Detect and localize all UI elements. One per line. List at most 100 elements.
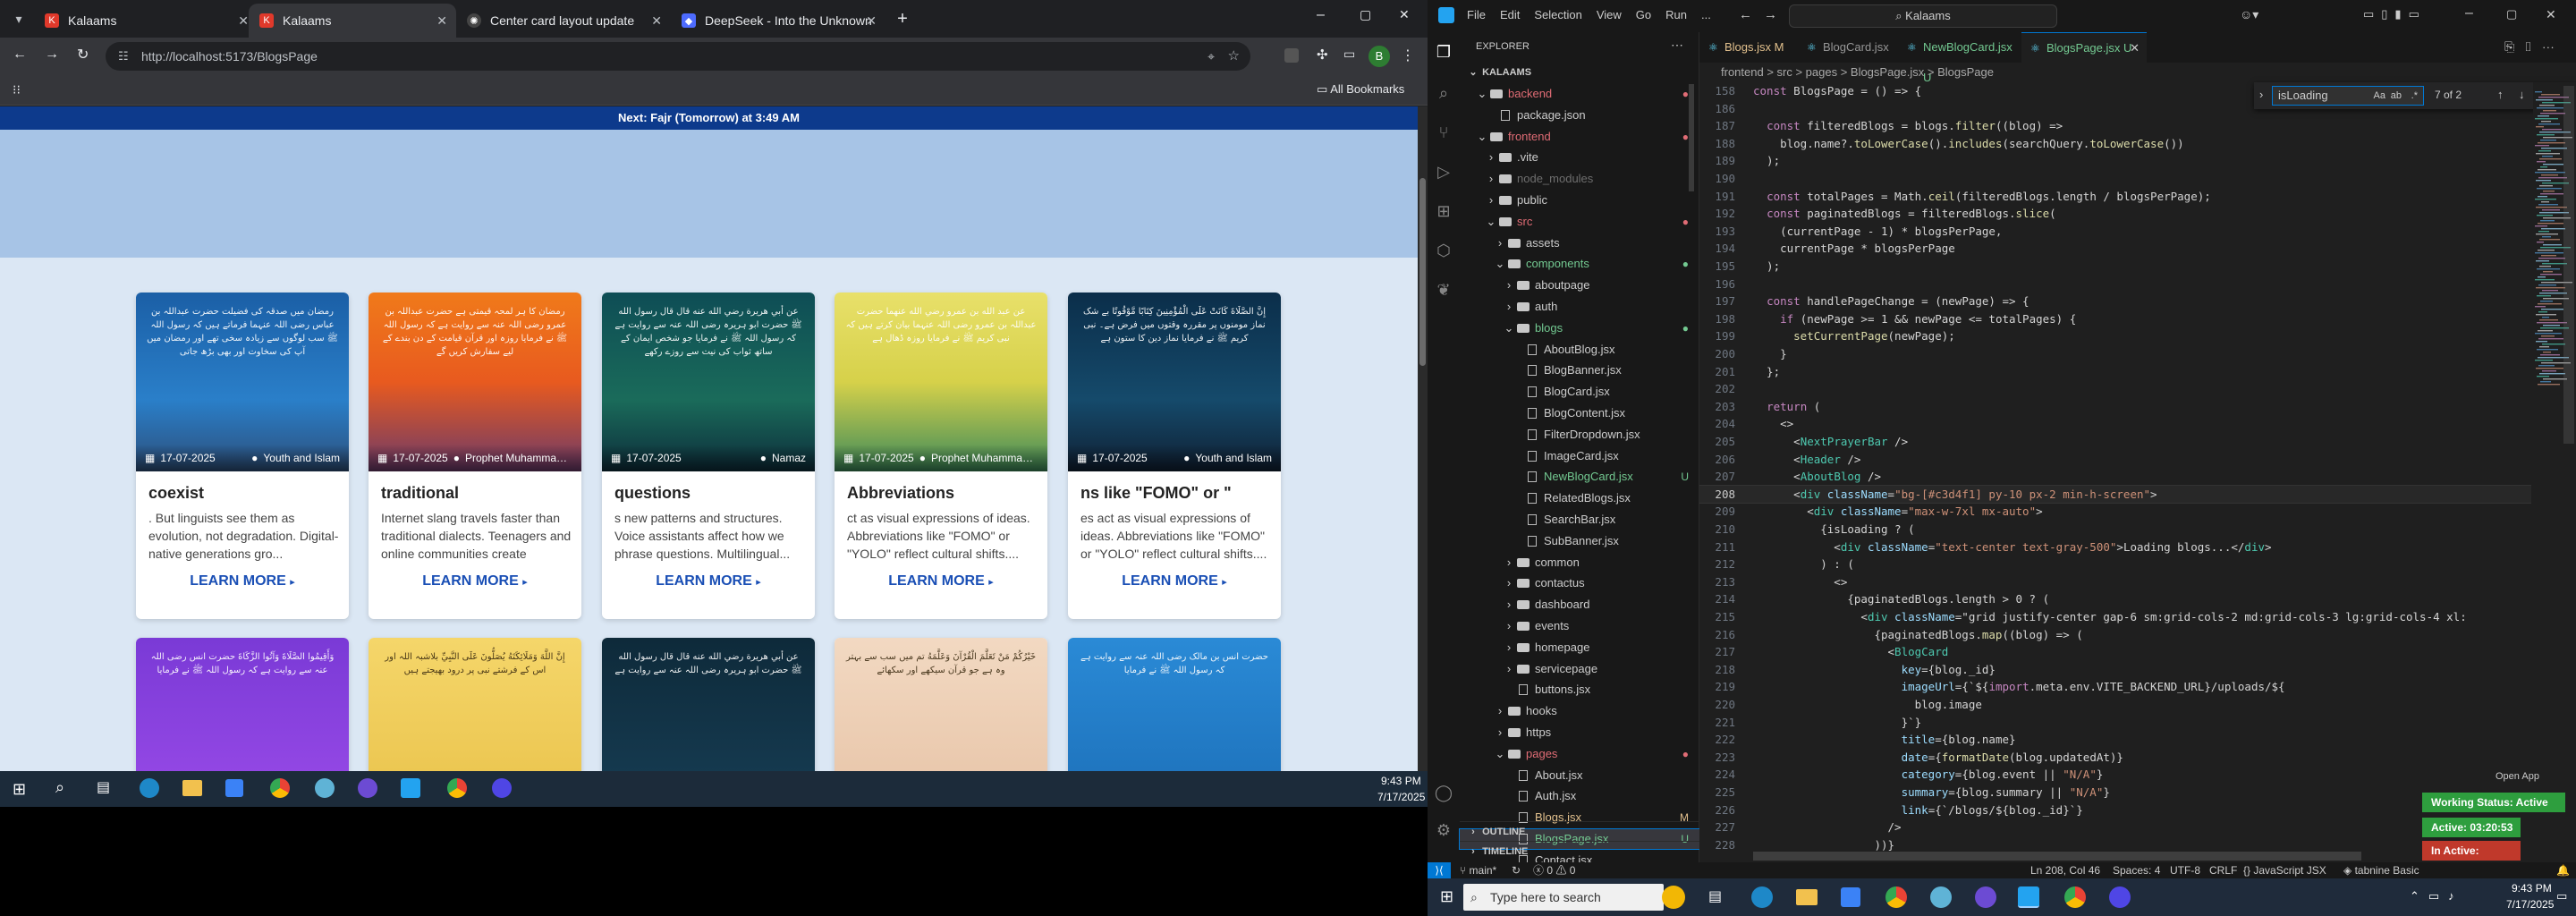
windows-start-icon[interactable]: ⊞ (1440, 887, 1453, 906)
extension-icon[interactable] (1284, 48, 1299, 63)
settings-gear-icon[interactable]: ⚙ (1433, 819, 1454, 841)
sync-icon[interactable]: ↻ (1512, 862, 1521, 878)
learn-more-link[interactable]: LEARN MORE ▸ (602, 573, 815, 589)
tree-file[interactable]: buttons.jsx (1460, 680, 1699, 700)
new-tab-button[interactable]: + (891, 7, 914, 30)
code-line[interactable]: 207 <AboutBlog /> (1699, 468, 2531, 485)
blog-card[interactable]: رمضان میں صدقہ کی فضیلت حضرت عبداللہ بن … (136, 293, 349, 619)
tree-file[interactable]: NewBlogCard.jsx U (1460, 467, 1699, 487)
tree-folder[interactable]: › contactus (1460, 573, 1699, 593)
problems-indicator[interactable]: ⓧ 0 ⚠ 0 (1533, 862, 1575, 878)
code-line[interactable]: 204 <> (1699, 415, 2531, 432)
remote-explorer-icon[interactable]: ⬡ (1433, 240, 1454, 261)
mongodb-icon[interactable]: ❦ (1433, 279, 1454, 301)
learn-more-link[interactable]: LEARN MORE ▸ (136, 573, 349, 589)
code-line[interactable]: 210 {isLoading ? ( (1699, 521, 2531, 538)
git-branch[interactable]: ⑂ main* (1460, 862, 1496, 878)
tree-file[interactable]: BlogContent.jsx (1460, 403, 1699, 423)
close-tab-icon[interactable]: ✕ (436, 13, 447, 29)
code-line[interactable]: 224 category={blog.event || "N/A"} (1699, 766, 2531, 783)
reload-icon[interactable]: ↻ (77, 46, 89, 64)
maximize-button[interactable]: ▢ (1360, 7, 1371, 22)
code-line[interactable]: 197 const handlePageChange = (newPage) =… (1699, 293, 2531, 310)
edge-icon[interactable] (140, 778, 159, 798)
edge-icon[interactable] (1751, 886, 1773, 908)
close-tab-icon[interactable]: ✕ (866, 13, 877, 29)
code-line[interactable]: 225 summary={blog.summary || "N/A"} (1699, 784, 2531, 801)
editor-tab[interactable]: ⚛ BlogCard.jsx (1798, 32, 1898, 63)
open-app-button[interactable]: Open App (2496, 771, 2539, 782)
site-info-icon[interactable]: ☷ (118, 42, 129, 71)
tree-file[interactable]: About.jsx (1460, 766, 1699, 785)
file-explorer-icon[interactable] (182, 780, 202, 796)
search-icon[interactable]: ⌕ (55, 778, 64, 797)
tree-file[interactable]: Auth.jsx (1460, 786, 1699, 806)
close-window-button[interactable]: ✕ (2546, 7, 2556, 22)
tree-file[interactable]: SubBanner.jsx (1460, 531, 1699, 551)
github-icon[interactable] (358, 778, 377, 798)
code-line[interactable]: 219 imageUrl={`${import.meta.env.VITE_BA… (1699, 678, 2531, 695)
store-icon[interactable] (1841, 887, 1860, 907)
close-tab-icon[interactable]: ✕ (2130, 33, 2140, 64)
code-line[interactable]: 226 link={`/blogs/${blog._id}`} (1699, 802, 2531, 818)
tree-folder[interactable]: ⌄ components ● (1460, 254, 1699, 274)
regex-icon[interactable]: .* (2411, 87, 2418, 105)
tab-search-icon[interactable]: ▾ (9, 9, 29, 29)
explorer-icon[interactable]: ❐ (1433, 41, 1454, 63)
code-line[interactable]: 216 {paginatedBlogs.map((blog) => ( (1699, 626, 2531, 643)
code-view[interactable]: 158 const BlogsPage = () => {186 187 const… (1699, 82, 2531, 862)
chrome-icon[interactable] (270, 778, 290, 798)
code-line[interactable]: 192 const paginatedBlogs = filteredBlogs… (1699, 205, 2531, 222)
search-icon[interactable]: ⌕ (1433, 82, 1454, 104)
tree-folder[interactable]: ⌄ blogs ● (1460, 318, 1699, 338)
tree-file[interactable]: SearchBar.jsx (1460, 510, 1699, 530)
blog-card[interactable]: وَأَقِيمُوا الصَّلَاةَ وَآتُوا الزَّكَاة… (136, 638, 349, 772)
toggle-replace-icon[interactable]: › (2259, 88, 2263, 101)
code-line[interactable]: 213 <> (1699, 573, 2531, 590)
tree-folder[interactable]: › assets (1460, 233, 1699, 253)
tree-scrollbar[interactable] (1689, 84, 1694, 191)
tree-folder[interactable]: › aboutpage (1460, 276, 1699, 295)
timeline-section[interactable]: › TIMELINE (1460, 841, 1699, 861)
maximize-button[interactable]: ▢ (2506, 7, 2517, 21)
close-tab-icon[interactable]: ✕ (651, 13, 662, 29)
code-line[interactable]: 227 /> (1699, 818, 2531, 835)
code-line[interactable]: 228 ))} (1699, 836, 2531, 853)
blog-card[interactable]: عن أبي هريرة رضي الله عنه قال قال رسول ا… (602, 293, 815, 619)
emoji-widget-icon[interactable] (1662, 886, 1685, 909)
tree-folder[interactable]: ⌄ pages ● (1460, 744, 1699, 764)
chrome-tab-3[interactable]: ✺ Center card layout update ✕ (456, 4, 671, 38)
close-window-button[interactable]: ✕ (1399, 7, 1410, 22)
indentation[interactable]: Spaces: 4 (2113, 862, 2160, 878)
tree-file[interactable]: package.json (1460, 106, 1699, 125)
line-ending[interactable]: CRLF (2209, 862, 2237, 878)
chrome-menu-icon[interactable]: ⋮ (1401, 47, 1415, 64)
zoom-icon[interactable] (492, 778, 512, 798)
code-line[interactable]: 200 } (1699, 345, 2531, 362)
code-line[interactable]: 199 setCurrentPage(newPage); (1699, 327, 2531, 344)
code-line[interactable]: 201 }; (1699, 363, 2531, 380)
store-icon[interactable] (225, 779, 243, 797)
extensions-icon[interactable]: ⊞ (1433, 200, 1454, 222)
github-icon[interactable] (1975, 886, 1996, 908)
all-bookmarks-button[interactable]: ▭ All Bookmarks (1317, 82, 1404, 97)
tree-file[interactable]: ImageCard.jsx (1460, 446, 1699, 466)
notification-center-icon[interactable]: ▭ (2556, 889, 2567, 903)
code-line[interactable]: 205 <NextPrayerBar /> (1699, 433, 2531, 450)
tree-file[interactable]: FilterDropdown.jsx (1460, 425, 1699, 445)
learn-more-link[interactable]: LEARN MORE ▸ (369, 573, 581, 589)
tree-folder[interactable]: › common (1460, 553, 1699, 572)
system-tray[interactable]: ⌃▭♪ (2410, 889, 2463, 903)
tree-folder[interactable]: › servicepage (1460, 659, 1699, 679)
code-line[interactable]: 203 return ( (1699, 398, 2531, 415)
blog-card[interactable]: عن أبي هريرة رضي الله عنه قال قال رسول ا… (602, 638, 815, 772)
code-line[interactable]: 212 ) : ( (1699, 556, 2531, 572)
editor-tab[interactable]: ⚛ NewBlogCard.jsx U (1898, 32, 2021, 84)
code-line[interactable]: 193 (currentPage - 1) * blogsPerPage, (1699, 223, 2531, 240)
tree-folder[interactable]: ⌄ backend ● (1460, 84, 1699, 104)
run-debug-icon[interactable]: ▷ (1433, 161, 1454, 182)
task-view-icon[interactable]: ▤ (1708, 887, 1722, 905)
tree-folder[interactable]: ⌄ src ● (1460, 212, 1699, 232)
more-actions-icon[interactable]: ⋯ (1671, 38, 1683, 53)
app-icon[interactable] (1930, 886, 1952, 908)
